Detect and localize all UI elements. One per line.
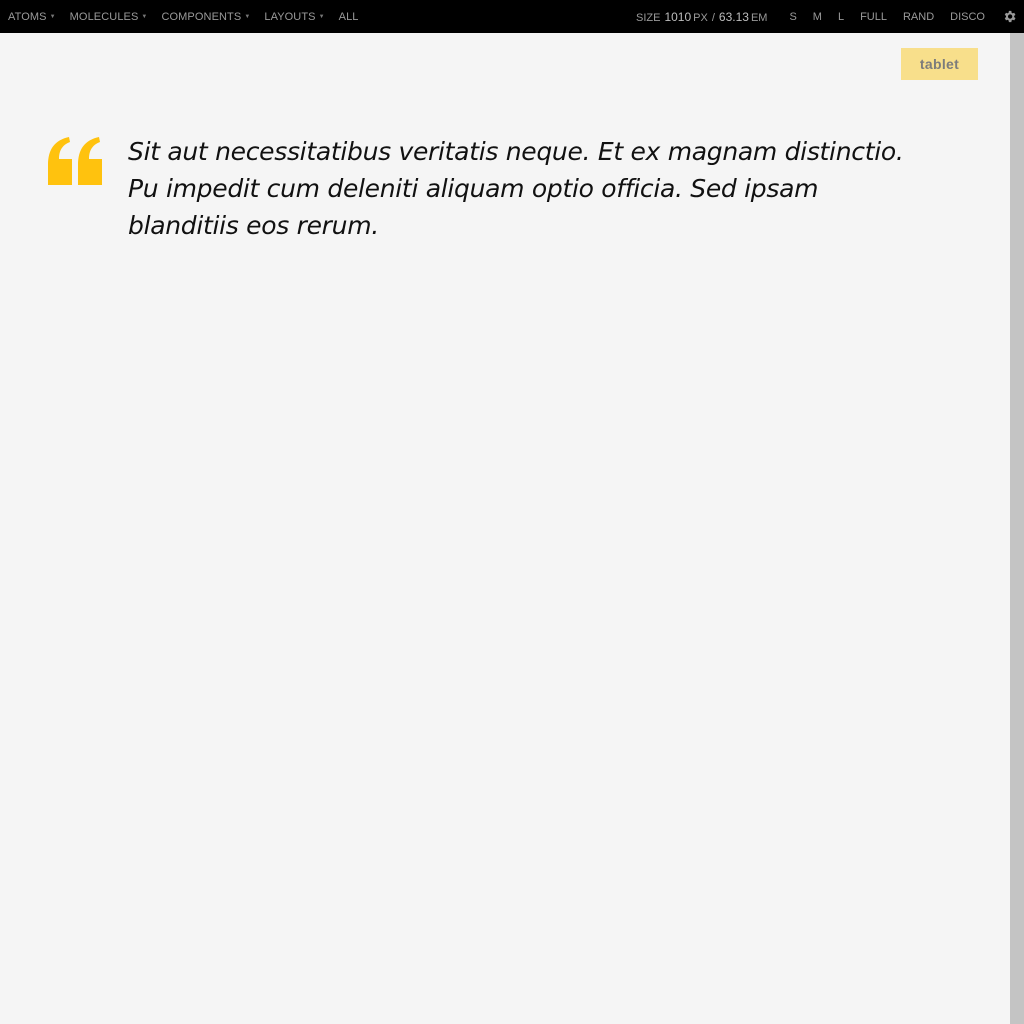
size-px-unit: PX bbox=[693, 11, 708, 24]
pattern-lab-toolbar: ATOMS ▼ MOLECULES ▼ COMPONENTS ▼ LAYOUTS… bbox=[0, 0, 1024, 33]
nav-layouts-label: LAYOUTS bbox=[264, 10, 316, 23]
disco-mode-button[interactable]: DISCO bbox=[950, 11, 985, 23]
nav-all[interactable]: ALL bbox=[339, 11, 359, 23]
blockquote-text: Sit aut necessitatibus veritatis neque. … bbox=[128, 137, 904, 240]
quote-icon bbox=[48, 137, 102, 185]
size-label: SIZE bbox=[636, 11, 661, 24]
viewport-controls: SIZE 1010 PX / 63.13 EM S M L FULL RAND … bbox=[636, 0, 1024, 33]
nav-atoms[interactable]: ATOMS ▼ bbox=[8, 11, 56, 23]
nav-components[interactable]: COMPONENTS ▼ bbox=[161, 11, 250, 23]
size-medium-button[interactable]: M bbox=[813, 11, 822, 23]
viewport-resize-handle[interactable] bbox=[1010, 33, 1024, 1024]
size-small-button[interactable]: S bbox=[789, 11, 796, 23]
nav-molecules-label: MOLECULES bbox=[69, 10, 139, 23]
caret-down-icon: ▼ bbox=[141, 13, 148, 20]
size-em-input[interactable]: 63.13 bbox=[719, 10, 749, 24]
caret-down-icon: ▼ bbox=[244, 13, 251, 20]
nav-molecules[interactable]: MOLECULES ▼ bbox=[70, 11, 148, 23]
size-readout: SIZE 1010 PX / 63.13 EM bbox=[636, 10, 771, 24]
nav-all-label: ALL bbox=[338, 10, 359, 23]
size-separator: / bbox=[711, 11, 715, 24]
size-large-button[interactable]: L bbox=[838, 11, 844, 23]
breakpoint-badge: tablet bbox=[901, 48, 978, 80]
size-em-unit: EM bbox=[750, 11, 768, 24]
nav-atoms-label: ATOMS bbox=[8, 10, 47, 23]
gear-icon[interactable] bbox=[1001, 9, 1017, 25]
size-px-input[interactable]: 1010 bbox=[664, 10, 691, 24]
nav-components-label: COMPONENTS bbox=[161, 10, 242, 23]
nav-layouts[interactable]: LAYOUTS ▼ bbox=[264, 11, 324, 23]
size-random-button[interactable]: RAND bbox=[903, 11, 934, 23]
caret-down-icon: ▼ bbox=[318, 13, 325, 20]
pattern-nav: ATOMS ▼ MOLECULES ▼ COMPONENTS ▼ LAYOUTS… bbox=[8, 0, 373, 33]
pattern-viewport: tablet Sit aut necessitatibus veritatis … bbox=[0, 33, 1010, 1024]
caret-down-icon: ▼ bbox=[49, 13, 56, 20]
size-full-button[interactable]: FULL bbox=[860, 11, 887, 23]
